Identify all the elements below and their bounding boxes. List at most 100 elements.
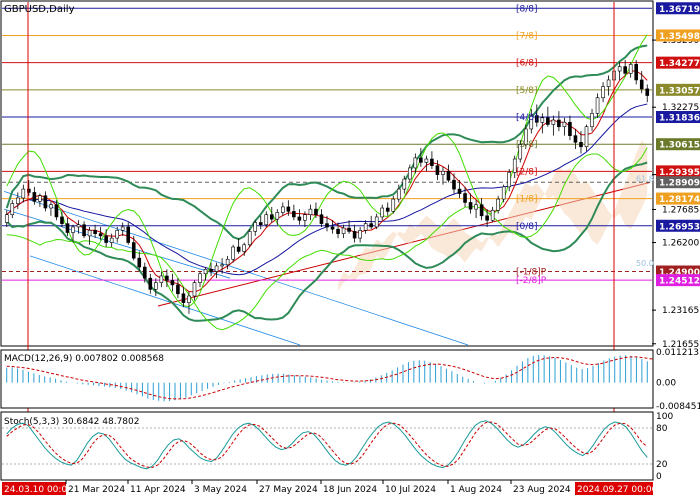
candle-body bbox=[253, 222, 258, 232]
candle-body bbox=[352, 231, 357, 239]
candle-body bbox=[325, 223, 329, 228]
date-label: 11 Apr 2024 bbox=[130, 485, 186, 495]
murrey-label: [2/8] bbox=[516, 167, 538, 177]
candle-body bbox=[645, 88, 650, 96]
candle-body bbox=[21, 188, 26, 199]
candle-body bbox=[579, 142, 583, 148]
candle-body bbox=[551, 119, 556, 125]
candle-body bbox=[231, 246, 235, 260]
candle-body bbox=[452, 179, 456, 190]
candle-body bbox=[424, 158, 429, 163]
candle-body bbox=[380, 207, 385, 218]
candle-body bbox=[65, 223, 70, 233]
date-label: 1 Aug 2024 bbox=[450, 485, 502, 495]
candle-body bbox=[297, 216, 302, 221]
candle-body bbox=[463, 193, 467, 203]
date-label: 10 Jul 2024 bbox=[385, 485, 436, 495]
candle-body bbox=[109, 237, 114, 243]
candle-body bbox=[275, 212, 280, 220]
candle-body bbox=[634, 64, 638, 81]
date-label: 18 Jun 2024 bbox=[323, 485, 377, 495]
candle-body bbox=[170, 280, 175, 286]
candle-body bbox=[4, 214, 9, 223]
candle-body bbox=[242, 244, 246, 252]
candle-body bbox=[82, 224, 86, 237]
candle-body bbox=[319, 214, 324, 224]
chart-title: GBPUSD,Daily bbox=[4, 4, 75, 15]
candle-body bbox=[639, 79, 644, 90]
candle-body bbox=[363, 223, 368, 231]
murrey-label: [-2/8]P bbox=[516, 276, 547, 286]
candle-body bbox=[336, 228, 340, 234]
candle-body bbox=[573, 135, 578, 143]
price-badge-label: 1.35498 bbox=[659, 32, 700, 42]
candle-body bbox=[590, 113, 594, 128]
macd-tick-label: -0.008451 bbox=[656, 402, 700, 412]
candle-body bbox=[435, 165, 440, 175]
price-badge-label: 1.34277 bbox=[659, 59, 700, 69]
candle-body bbox=[32, 192, 37, 202]
candle-body bbox=[198, 273, 202, 283]
price-tick-label: 1.27685 bbox=[662, 205, 699, 215]
murrey-label: [5/8] bbox=[516, 86, 538, 96]
candle-body bbox=[131, 242, 136, 259]
candle-body bbox=[441, 170, 445, 175]
candle-body bbox=[214, 265, 219, 272]
price-tick-label: 1.26200 bbox=[662, 239, 699, 249]
candle-body bbox=[258, 222, 263, 226]
murrey-label: [6/8] bbox=[516, 59, 538, 69]
date-badge-label: 2024.09.27 00:00 bbox=[577, 485, 658, 495]
candle-body bbox=[225, 258, 230, 266]
price-badge-label: 1.28174 bbox=[659, 195, 700, 205]
candle-body bbox=[623, 66, 627, 74]
candle-body bbox=[341, 227, 346, 234]
candle-body bbox=[358, 229, 362, 239]
candle-body bbox=[269, 214, 274, 220]
stoch-tick-label: 100 bbox=[656, 412, 673, 422]
candle-body bbox=[501, 186, 506, 200]
date-badge-label: 24.03.10 00:00 bbox=[4, 485, 73, 495]
macd-tick-label: 0.011213 bbox=[656, 348, 699, 358]
candle-body bbox=[43, 195, 48, 209]
candle-body bbox=[557, 119, 561, 128]
candle-body bbox=[115, 229, 119, 239]
candle-body bbox=[220, 264, 224, 267]
candle-body bbox=[308, 208, 313, 216]
candle-body bbox=[16, 197, 20, 204]
candle-body bbox=[430, 158, 434, 167]
candle-body bbox=[374, 216, 379, 228]
candle-body bbox=[446, 170, 451, 181]
candle-body bbox=[402, 178, 407, 190]
candle-body bbox=[546, 117, 550, 125]
stoch-tick-label: 80 bbox=[656, 424, 668, 434]
candle-body bbox=[264, 214, 269, 226]
candle-body bbox=[468, 202, 473, 210]
candle-body bbox=[203, 268, 208, 275]
candle-body bbox=[419, 157, 423, 163]
candle-body bbox=[562, 121, 567, 128]
candle-body bbox=[98, 233, 103, 237]
price-badge-label: 1.24512 bbox=[659, 277, 700, 287]
candle-body bbox=[76, 224, 81, 228]
stoch-tick-label: 0 bbox=[656, 472, 662, 482]
candle-body bbox=[236, 246, 241, 252]
murrey-label: [1/8] bbox=[516, 195, 538, 205]
candle-body bbox=[568, 121, 572, 136]
candle-body bbox=[126, 226, 131, 243]
candle-body bbox=[176, 284, 180, 295]
stoch-tick-label: 20 bbox=[656, 460, 668, 470]
candle-body bbox=[154, 282, 158, 290]
candle-body bbox=[137, 257, 142, 268]
macd-label: MACD(12,26,9) 0.007802 0.008568 bbox=[4, 354, 164, 364]
candle-body bbox=[391, 198, 396, 212]
candle-body bbox=[457, 188, 462, 194]
macd-tick-label: 0.00 bbox=[656, 379, 676, 389]
murrey-label: [0/8] bbox=[516, 222, 538, 232]
candle-body bbox=[595, 97, 600, 114]
price-badge-label: 1.28909 bbox=[659, 179, 700, 189]
candle-body bbox=[507, 172, 512, 188]
candle-body bbox=[286, 206, 291, 212]
candle-body bbox=[485, 215, 489, 221]
candle-body bbox=[369, 223, 373, 228]
time-axis: 24.03.10 00:0021 Mar 2024 11 Apr 2024 3 Ma… bbox=[2, 480, 658, 495]
